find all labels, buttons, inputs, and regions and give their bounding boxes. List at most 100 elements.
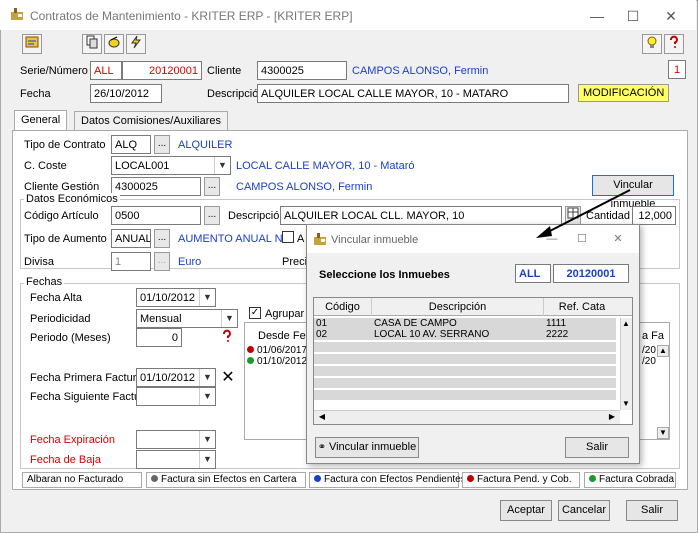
- scroll-up-icon[interactable]: ▲: [657, 345, 669, 357]
- tipo-contrato-label: Tipo de Contrato: [24, 139, 106, 151]
- row-ref: 2222: [546, 329, 569, 340]
- scroll-up-icon[interactable]: ▲: [620, 318, 632, 330]
- siguiente-factura-label: Fecha Siguiente Factura: [30, 391, 150, 403]
- cliente-gestion-lookup-button[interactable]: ...: [204, 177, 220, 196]
- scroll-right-icon[interactable]: ▶: [606, 411, 618, 423]
- maximize-button[interactable]: ☐: [618, 6, 648, 26]
- tipo-aumento-check-label: A: [297, 233, 305, 245]
- lightbulb-icon[interactable]: [642, 34, 662, 54]
- list-item: /20: [642, 356, 656, 367]
- baja-label: Fecha de Baja: [30, 454, 101, 466]
- status-dot-icon: [467, 475, 474, 482]
- table-row[interactable]: [314, 354, 616, 364]
- legend-sin-efectos: Factura sin Efectos en Cartera: [146, 472, 306, 488]
- column-header-codigo[interactable]: Código: [314, 298, 372, 316]
- chevron-down-icon[interactable]: ▼: [214, 157, 230, 174]
- dialog-heading: Seleccione los Inmuebes: [319, 269, 450, 281]
- dialog-vincular-button[interactable]: ⚭ Vincular inmueble: [315, 437, 419, 458]
- status-badge: MODIFICACIÓN: [578, 84, 670, 102]
- dialog-numero-field: 20120001: [553, 264, 629, 283]
- tab-comisiones[interactable]: Datos Comisiones/Auxiliares: [74, 111, 228, 131]
- arrow-annotation: [536, 189, 631, 238]
- row-descripcion: CASA DE CAMPO: [374, 318, 457, 329]
- scroll-left-icon[interactable]: ◀: [316, 411, 328, 423]
- cliente-gestion-label: Cliente Gestión: [24, 181, 100, 193]
- dialog-title: Vincular inmueble: [331, 234, 419, 246]
- status-dot-icon: [247, 346, 254, 353]
- table-row[interactable]: [314, 378, 616, 388]
- chevron-down-icon[interactable]: ▼: [199, 289, 215, 306]
- chevron-down-icon[interactable]: ▼: [199, 451, 215, 468]
- close-button[interactable]: ✕: [656, 6, 686, 26]
- divisa-label: Divisa: [24, 256, 54, 268]
- chevron-down-icon[interactable]: ▼: [199, 369, 215, 386]
- divisa-input[interactable]: 1: [111, 252, 151, 271]
- art-descripcion-input[interactable]: ALQUILER LOCAL CLL. MAYOR, 10: [280, 206, 562, 225]
- chevron-down-icon[interactable]: ▼: [199, 431, 215, 448]
- help-icon[interactable]: [220, 329, 234, 343]
- dialog-serie-field: ALL: [515, 264, 551, 283]
- cancelar-button[interactable]: Cancelar: [558, 500, 610, 521]
- chevron-down-icon[interactable]: ▼: [199, 388, 215, 405]
- dialog-salir-button[interactable]: Salir: [565, 437, 629, 458]
- cliente-gestion-name: CAMPOS ALONSO, Fermin: [236, 181, 373, 193]
- tipo-aumento-name: AUMENTO ANUAL NO: [178, 233, 292, 245]
- table-row[interactable]: 02 LOCAL 10 AV. SERRANO 2222: [314, 329, 616, 340]
- codigo-articulo-lookup-button[interactable]: ...: [204, 206, 220, 225]
- list-item[interactable]: 01/06/2017: [247, 345, 307, 356]
- tipo-aumento-lookup-button[interactable]: ...: [154, 229, 170, 248]
- column-header-ref[interactable]: Ref. Cata: [544, 298, 620, 316]
- tab-general[interactable]: General: [14, 110, 68, 131]
- chevron-down-icon[interactable]: ▼: [221, 310, 237, 327]
- serie-label: Serie/Número: [20, 65, 88, 77]
- row-codigo: 01: [316, 318, 328, 329]
- properties-icon[interactable]: [22, 34, 42, 54]
- vincular-inmueble-dialog: Vincular inmueble — ☐ ✕ Seleccione los I…: [306, 224, 640, 464]
- divisa-lookup-button[interactable]: ...: [154, 252, 170, 271]
- coste-name: LOCAL CALLE MAYOR, 10 - Mataró: [236, 160, 415, 172]
- tipo-aumento-input[interactable]: ANUAL: [111, 229, 151, 248]
- coste-select[interactable]: LOCAL001: [111, 156, 231, 175]
- cliente-gestion-input[interactable]: 4300025: [111, 177, 201, 196]
- codigo-articulo-input[interactable]: 0500: [111, 206, 201, 225]
- fecha-input[interactable]: 26/10/2012: [90, 84, 162, 103]
- help-icon[interactable]: [664, 34, 684, 54]
- cliente-code-input[interactable]: 4300025: [257, 61, 347, 80]
- agrupar-checkbox[interactable]: ✓: [249, 307, 261, 319]
- codigo-articulo-label: Código Artículo: [24, 210, 99, 222]
- salir-button[interactable]: Salir: [626, 500, 678, 521]
- minimize-button[interactable]: —: [582, 6, 612, 26]
- status-dot-icon: [589, 475, 596, 482]
- divisa-name: Euro: [178, 256, 202, 268]
- coste-label: C. Coste: [24, 160, 67, 172]
- dialog-vincular-label: Vincular inmueble: [328, 441, 417, 453]
- right-header: a Fa: [642, 330, 665, 342]
- column-header-descripcion[interactable]: Descripción: [372, 298, 544, 316]
- numero-input[interactable]: 20120001: [122, 61, 202, 80]
- fechas-label: Fechas: [24, 276, 65, 288]
- tipo-contrato-lookup-button[interactable]: ...: [154, 135, 170, 154]
- clear-icon[interactable]: ✕: [220, 370, 236, 386]
- datos-economicos-label: Datos Económicos: [24, 193, 120, 205]
- horizontal-scrollbar[interactable]: [314, 410, 620, 424]
- lightning-icon[interactable]: [126, 34, 146, 54]
- table-row[interactable]: 01 CASA DE CAMPO 1111: [314, 318, 616, 329]
- vertical-scrollbar[interactable]: [620, 318, 632, 410]
- descripcion-input[interactable]: ALQUILER LOCAL CALLE MAYOR, 10 - MATARO: [257, 84, 569, 103]
- list-item[interactable]: 01/10/2012: [247, 356, 307, 367]
- aceptar-button[interactable]: Aceptar: [500, 500, 552, 521]
- table-row[interactable]: [314, 390, 616, 400]
- periodo-input[interactable]: 0: [136, 328, 182, 347]
- inmuebles-grid[interactable]: Código Descripción Ref. Cata 01 CASA DE …: [313, 297, 633, 425]
- status-dot-icon: [247, 357, 254, 364]
- scroll-down-icon[interactable]: ▼: [620, 398, 632, 410]
- print-icon[interactable]: [82, 34, 102, 54]
- tipo-aumento-checkbox[interactable]: [282, 231, 294, 243]
- serie-input[interactable]: ALL: [90, 61, 122, 80]
- scroll-down-icon[interactable]: ▼: [657, 427, 669, 439]
- table-row[interactable]: [314, 342, 616, 352]
- edit-icon[interactable]: [104, 34, 124, 54]
- table-row[interactable]: [314, 366, 616, 376]
- tipo-contrato-input[interactable]: ALQ: [111, 135, 151, 154]
- app-icon: [313, 232, 327, 246]
